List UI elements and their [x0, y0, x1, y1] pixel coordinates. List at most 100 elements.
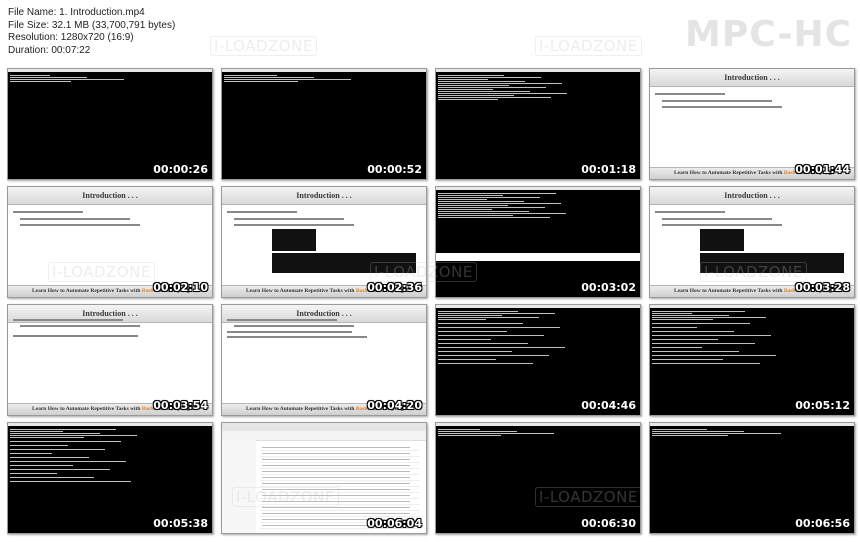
terminal-text-line [438, 215, 513, 216]
terminal-text-line [10, 465, 73, 466]
code-snippet-box [272, 229, 316, 251]
terminal-text-line [10, 435, 137, 436]
slide-footer-highlight: Bash [783, 288, 796, 294]
terminal-text-line [652, 335, 771, 336]
terminal-text-line [438, 431, 517, 432]
terminal-text-line [438, 351, 512, 352]
terminal-titlebar [436, 69, 640, 72]
terminal-text-line [10, 429, 116, 430]
thumbnail-timestamp: 00:04:46 [581, 399, 636, 412]
terminal-text-line [438, 315, 502, 316]
terminal-titlebar [436, 423, 640, 426]
thumbnail-timestamp: 00:01:44 [795, 163, 850, 176]
terminal-text-line [438, 339, 491, 340]
terminal-text-line [652, 343, 755, 344]
terminal-text-line [10, 437, 84, 438]
terminal-text-line [10, 441, 121, 442]
terminal-text-line [652, 359, 723, 360]
thumbnail-timestamp: 00:05:38 [153, 517, 208, 530]
video-thumbnail: Introduction . . . Learn How to Automate … [649, 186, 855, 298]
terminal-text-line [438, 79, 488, 80]
slide-footer-text: Learn How to Automate Repetitive Tasks w… [246, 406, 356, 412]
video-thumbnail: 00:06:56 [649, 422, 855, 534]
thumbnail-timestamp: 00:03:54 [153, 399, 208, 412]
slide-bullet-line [20, 224, 140, 226]
terminal-titlebar [8, 423, 212, 426]
video-thumbnail: 00:01:18 [435, 68, 641, 180]
file-name-text: File Name: 1. Introduction.mp4 [8, 7, 145, 18]
terminal-text-line [10, 477, 94, 478]
terminal-text-line [438, 193, 556, 194]
terminal-text-line [438, 89, 493, 90]
slide-footer-text: Learn How to Automate Repetitive Tasks w… [674, 288, 784, 294]
terminal-text-line [438, 217, 550, 218]
terminal-text-line [652, 339, 718, 340]
terminal-text-line [652, 315, 729, 316]
terminal-text-line [652, 363, 760, 364]
terminal-text-line [10, 79, 124, 80]
terminal-text-line [652, 311, 745, 312]
terminal-text-line [438, 99, 498, 100]
terminal-text-line [10, 449, 105, 450]
file-size-text: File Size: 32.1 MB (33,700,791 bytes) [8, 19, 176, 31]
video-thumbnail: 00:06:30 [435, 422, 641, 534]
thumbnail-timestamp: 00:06:56 [795, 517, 850, 530]
terminal-text-line [652, 313, 692, 314]
video-thumbnail: 00:03:02 [435, 186, 641, 298]
video-thumbnail: 00:05:12 [649, 304, 855, 416]
terminal-text-line [438, 81, 525, 82]
terminal-text-line [652, 319, 713, 320]
terminal-text-line [652, 317, 766, 318]
mpc-hc-logo: MPC-HC [685, 14, 852, 55]
watermark-1: I-LOADZONE [210, 36, 317, 56]
slide-bullet-line [227, 331, 352, 333]
code-snippet-box [272, 253, 416, 273]
terminal-text-line [438, 335, 544, 336]
slide-bullet-line [234, 218, 344, 220]
terminal-text-line [438, 343, 528, 344]
terminal-text-line [438, 359, 496, 360]
terminal-text-line [438, 363, 533, 364]
video-thumbnail: Introduction . . . Learn How to Automate … [7, 186, 213, 298]
thumbnail-timestamp: 00:00:52 [367, 163, 422, 176]
terminal-text-line [10, 75, 50, 76]
terminal-titlebar [650, 305, 854, 308]
duration-text: Duration: 00:07:22 [8, 44, 91, 56]
slide-footer-highlight: Bash [355, 288, 368, 294]
resolution-text: Resolution: 1280x720 (16:9) [8, 32, 134, 44]
thumbnail-timestamp: 00:05:12 [795, 399, 850, 412]
slide-bullet-line [20, 325, 140, 327]
terminal-titlebar [222, 69, 426, 72]
terminal-text-line [652, 331, 734, 332]
terminal-text-line [438, 347, 565, 348]
terminal-text-line [438, 313, 555, 314]
slide-bullet-line [655, 93, 725, 95]
terminal-text-line [438, 197, 540, 198]
terminal-text-line [438, 199, 487, 200]
slide-title: Introduction . . . [650, 69, 854, 87]
terminal-highlight [436, 253, 640, 261]
terminal-text-line [438, 331, 507, 332]
video-thumbnail: 00:05:38 [7, 422, 213, 534]
terminal-text-line [10, 473, 57, 474]
terminal-text-line [438, 355, 549, 356]
terminal-text-line [438, 323, 523, 324]
video-thumbnail: Introduction . . . Learn How to Automate … [221, 186, 427, 298]
terminal-text-line [10, 433, 100, 434]
slide-bullet-line [662, 224, 782, 226]
slide-bullet-line [227, 211, 297, 213]
video-thumbnail: 00:00:52 [221, 68, 427, 180]
terminal-text-line [652, 355, 776, 356]
terminal-text-line [652, 351, 739, 352]
terminal-text-line [438, 213, 566, 214]
terminal-text-line [438, 209, 492, 210]
terminal-text-line [438, 95, 514, 96]
thumbnail-timestamp: 00:01:18 [581, 163, 636, 176]
terminal-text-line [10, 469, 110, 470]
watermark-2: I-LOADZONE [535, 36, 642, 56]
terminal-text-line [438, 311, 518, 312]
terminal-text-line [438, 83, 562, 84]
slide-bullet-line [13, 335, 138, 337]
slide-bullet-line [662, 100, 772, 102]
slide-bullet-line [227, 319, 337, 321]
